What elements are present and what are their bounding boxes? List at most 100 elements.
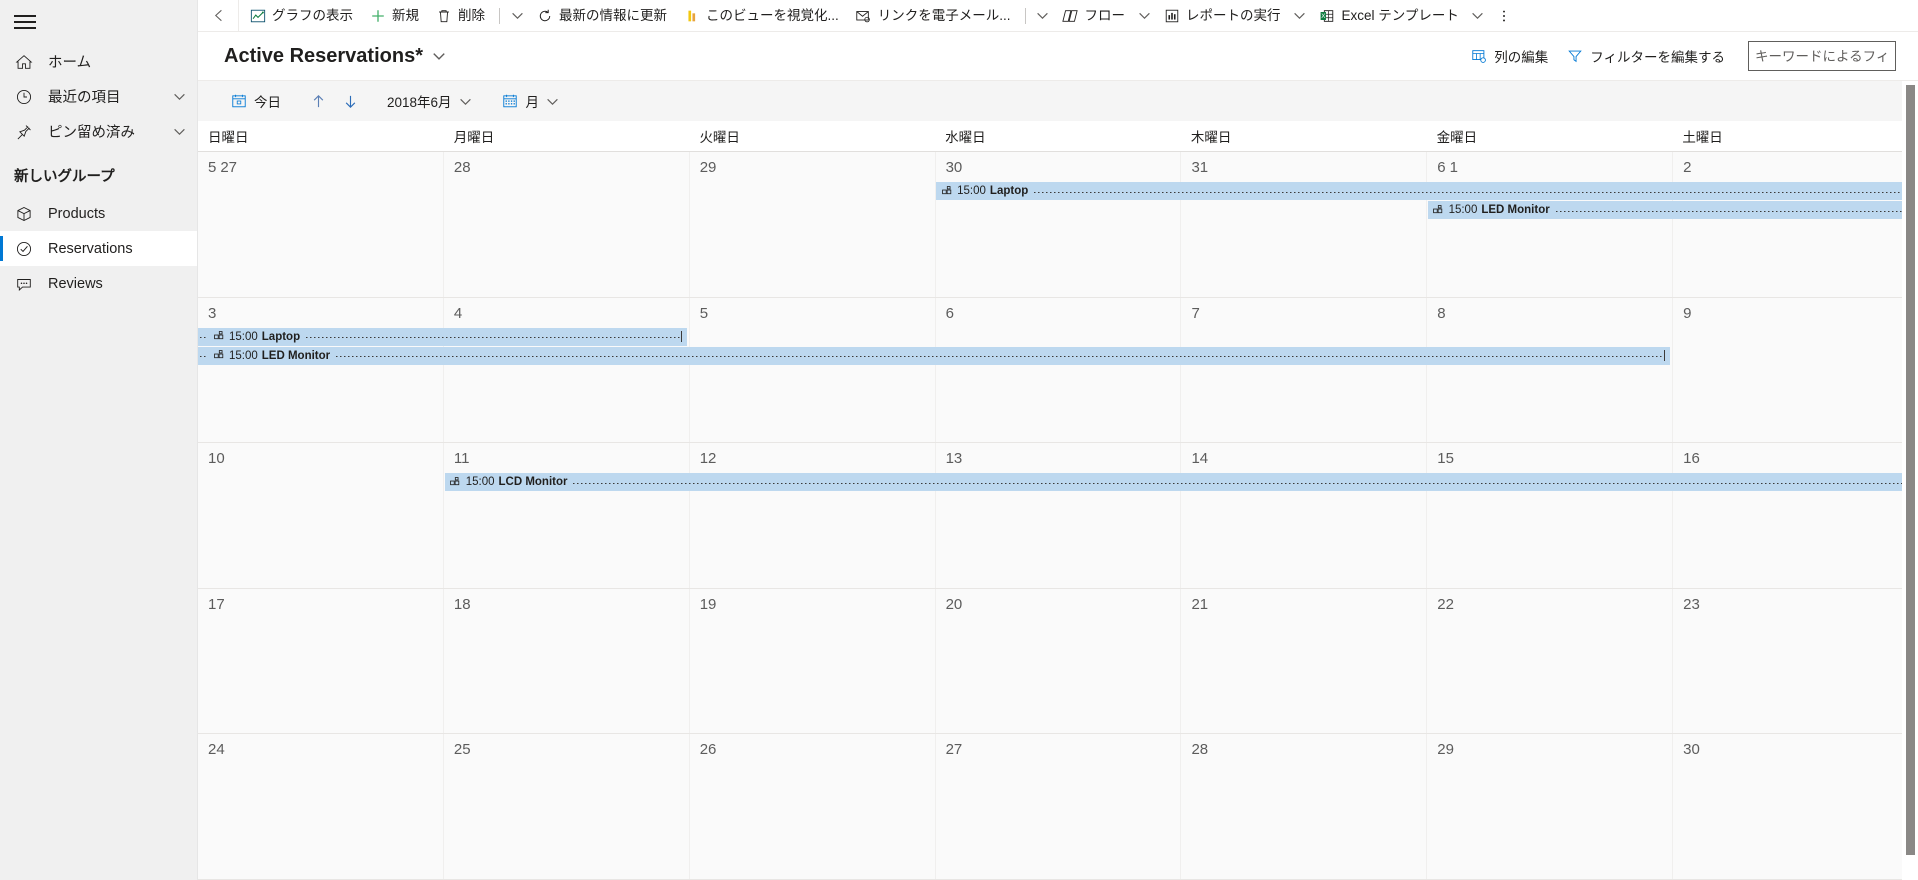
- weekday-header-3: 水曜日: [945, 130, 986, 145]
- day-cell[interactable]: 2: [1673, 152, 1918, 297]
- month-calendar-icon: [502, 93, 519, 110]
- day-cell[interactable]: 21: [1181, 588, 1428, 734]
- day-cell[interactable]: 9: [1673, 298, 1918, 443]
- day-cell[interactable]: 26: [690, 734, 936, 879]
- day-cell[interactable]: 30: [936, 152, 1182, 297]
- flow-icon: [1062, 7, 1079, 24]
- calendar-event[interactable]: 15:00 Laptop: [936, 182, 1918, 200]
- day-number: 5: [699, 304, 709, 322]
- day-cell[interactable]: 13: [936, 443, 1182, 588]
- sidebar-item-label: Reviews: [48, 275, 103, 292]
- day-cell[interactable]: 20: [936, 588, 1182, 734]
- hamburger-menu-icon[interactable]: [14, 14, 36, 30]
- day-cell[interactable]: 6: [936, 297, 1182, 443]
- email-dropdown-chevron-down-icon[interactable]: [1032, 0, 1054, 32]
- keyword-filter-box[interactable]: [1748, 41, 1896, 71]
- day-cell[interactable]: 15: [1427, 443, 1674, 588]
- calendar-week-row: 5 27 28 29 30 31 6 1 2 15:00 Laptop 15:00 LED Monito…: [198, 152, 1918, 298]
- event-duration-rail: [306, 337, 682, 339]
- day-cell[interactable]: 18: [444, 588, 690, 734]
- day-cell[interactable]: 14: [1181, 443, 1428, 588]
- day-cells: 17 18 19 20 21 22 23: [198, 588, 1918, 734]
- appointment-icon: [1433, 204, 1445, 216]
- next-period-button[interactable]: [335, 87, 365, 115]
- day-cell[interactable]: 25: [444, 734, 690, 879]
- event-continuation-dashes: [200, 337, 208, 339]
- day-cell[interactable]: 12: [690, 443, 936, 588]
- calendar-event[interactable]: 15:00 LED Monitor: [1427, 201, 1918, 219]
- event-title: Laptop: [261, 330, 301, 343]
- main-area: グラフの表示 新規 削除 最新の情報に更新 このビューを視覚化... リンクを電…: [198, 0, 1918, 880]
- edit-filters-button[interactable]: フィルターを編集する: [1557, 41, 1734, 71]
- day-cell[interactable]: 24: [198, 734, 444, 879]
- today-button[interactable]: 今日: [222, 86, 289, 116]
- day-number: 27: [945, 741, 963, 759]
- day-cell[interactable]: 17: [198, 588, 444, 734]
- edit-columns-button[interactable]: 列の編集: [1461, 41, 1557, 71]
- chevron-down-icon[interactable]: [171, 124, 187, 140]
- toolbar-separator: [238, 0, 239, 32]
- sidebar-item-pinned[interactable]: ピン留め済み: [0, 114, 197, 149]
- day-cell[interactable]: 5 27: [198, 152, 444, 297]
- calendar-event[interactable]: 15:00 Laptop: [198, 327, 688, 346]
- day-cell[interactable]: 10: [198, 443, 444, 588]
- day-cell[interactable]: 8: [1427, 297, 1674, 443]
- delete-dropdown-chevron-down-icon[interactable]: [506, 0, 528, 32]
- day-cell[interactable]: 4: [444, 297, 690, 443]
- scale-selector[interactable]: 月: [494, 86, 568, 116]
- refresh-button[interactable]: 最新の情報に更新: [528, 0, 675, 32]
- day-cell[interactable]: 29: [690, 152, 936, 297]
- excel-templates-button[interactable]: X Excel テンプレート: [1311, 0, 1467, 32]
- day-cell[interactable]: 16: [1673, 443, 1918, 588]
- calendar-event[interactable]: 15:00 LCD Monitor: [444, 473, 1917, 492]
- visualize-view-button[interactable]: このビューを視覚化...: [675, 0, 847, 32]
- overflow-menu-icon[interactable]: [1489, 0, 1519, 32]
- day-cell[interactable]: 28: [1181, 734, 1428, 879]
- columns-icon: [1470, 48, 1487, 65]
- day-number: 5 27: [208, 159, 238, 176]
- show-chart-button[interactable]: グラフの表示: [241, 0, 361, 32]
- day-cell[interactable]: 30: [1673, 734, 1918, 879]
- day-cell[interactable]: 11: [444, 443, 690, 588]
- excel-chevron-down-icon[interactable]: [1467, 0, 1489, 32]
- vertical-scrollbar[interactable]: [1902, 81, 1918, 880]
- day-cell[interactable]: 27: [936, 734, 1182, 879]
- day-cell[interactable]: 19: [690, 588, 936, 734]
- view-chevron-down-icon[interactable]: [432, 49, 446, 63]
- day-number: 30: [945, 159, 963, 176]
- sidebar-item-reservations[interactable]: Reservations: [0, 231, 197, 266]
- new-button[interactable]: 新規: [361, 0, 427, 32]
- sidebar-item-products[interactable]: Products: [0, 196, 197, 231]
- calendar-event[interactable]: 15:00 LED Monitor: [198, 346, 1671, 365]
- view-title-selector[interactable]: Active Reservations*: [224, 45, 446, 68]
- day-cell[interactable]: 29: [1427, 734, 1674, 879]
- sidebar-item-reviews[interactable]: Reviews: [0, 266, 197, 301]
- day-cell[interactable]: 5: [690, 297, 936, 443]
- page-title: Active Reservations*: [224, 44, 423, 67]
- delete-button[interactable]: 削除: [427, 0, 493, 32]
- sidebar-item-recent[interactable]: 最近の項目: [0, 79, 197, 114]
- day-cell[interactable]: 31: [1181, 152, 1428, 297]
- run-report-button[interactable]: レポートの実行: [1155, 0, 1289, 32]
- back-arrow-icon[interactable]: [202, 0, 236, 32]
- previous-period-button[interactable]: [303, 87, 333, 115]
- run-report-chevron-down-icon[interactable]: [1289, 0, 1311, 32]
- day-number: 23: [1683, 595, 1700, 613]
- search-input[interactable]: [1755, 42, 1889, 70]
- day-cell[interactable]: 7: [1181, 297, 1428, 443]
- chevron-down-icon[interactable]: [171, 89, 187, 105]
- sidebar-item-label: 最近の項目: [48, 90, 121, 106]
- run-report-label: レポートの実行: [1186, 7, 1281, 23]
- sidebar-item-home[interactable]: ホーム: [0, 44, 197, 79]
- day-cell[interactable]: 28: [444, 152, 690, 297]
- appointment-icon: [450, 476, 462, 488]
- day-cell[interactable]: 61: [1427, 152, 1674, 297]
- email-link-button[interactable]: リンクを電子メール...: [847, 0, 1019, 32]
- flow-chevron-down-icon[interactable]: [1133, 0, 1155, 32]
- day-cell[interactable]: 22: [1427, 588, 1674, 734]
- scrollbar-thumb[interactable]: [1906, 85, 1915, 855]
- flow-button[interactable]: フロー: [1054, 0, 1134, 32]
- day-cell[interactable]: 3: [198, 297, 444, 443]
- day-cell[interactable]: 23: [1673, 589, 1918, 734]
- period-selector[interactable]: 2018年6月: [379, 86, 480, 116]
